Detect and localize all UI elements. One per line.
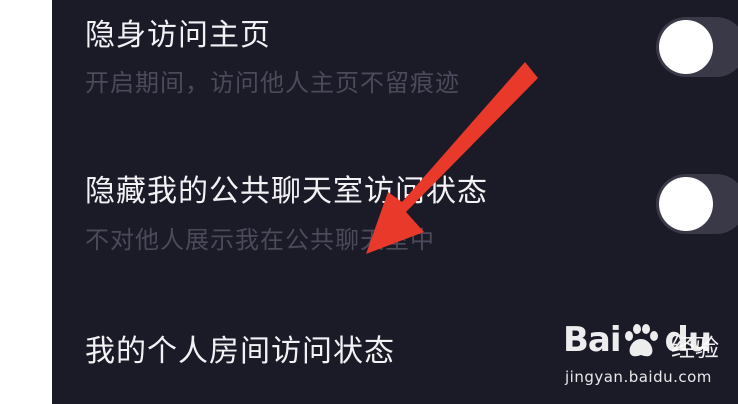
watermark-label: 经验 xyxy=(671,334,719,362)
setting-title: 隐身访问主页 xyxy=(85,18,271,53)
paw-icon xyxy=(625,324,658,357)
baidu-jingyan-watermark: Bai du 经验 jingyan.baidu.com xyxy=(563,320,733,400)
setting-hide-public-chatroom-status[interactable]: 隐藏我的公共聊天室访问状态 不对他人展示我在公共聊天室中 xyxy=(52,150,738,270)
screenshot-frame: 隐身访问主页 开启期间，访问他人主页不留痕迹 隐藏我的公共聊天室访问状态 不对他… xyxy=(0,0,738,404)
incognito-visit-toggle[interactable] xyxy=(656,17,738,77)
toggle-knob xyxy=(659,20,713,74)
setting-subtitle: 开启期间，访问他人主页不留痕迹 xyxy=(85,69,460,97)
toggle-knob xyxy=(659,177,713,231)
watermark-url: jingyan.baidu.com xyxy=(565,368,712,386)
hide-chatroom-status-toggle[interactable] xyxy=(656,174,738,234)
setting-incognito-visit[interactable]: 隐身访问主页 开启期间，访问他人主页不留痕迹 xyxy=(52,0,738,110)
setting-subtitle: 不对他人展示我在公共聊天室中 xyxy=(85,226,435,254)
setting-title: 隐藏我的公共聊天室访问状态 xyxy=(85,174,488,209)
setting-title: 我的个人房间访问状态 xyxy=(85,334,395,369)
